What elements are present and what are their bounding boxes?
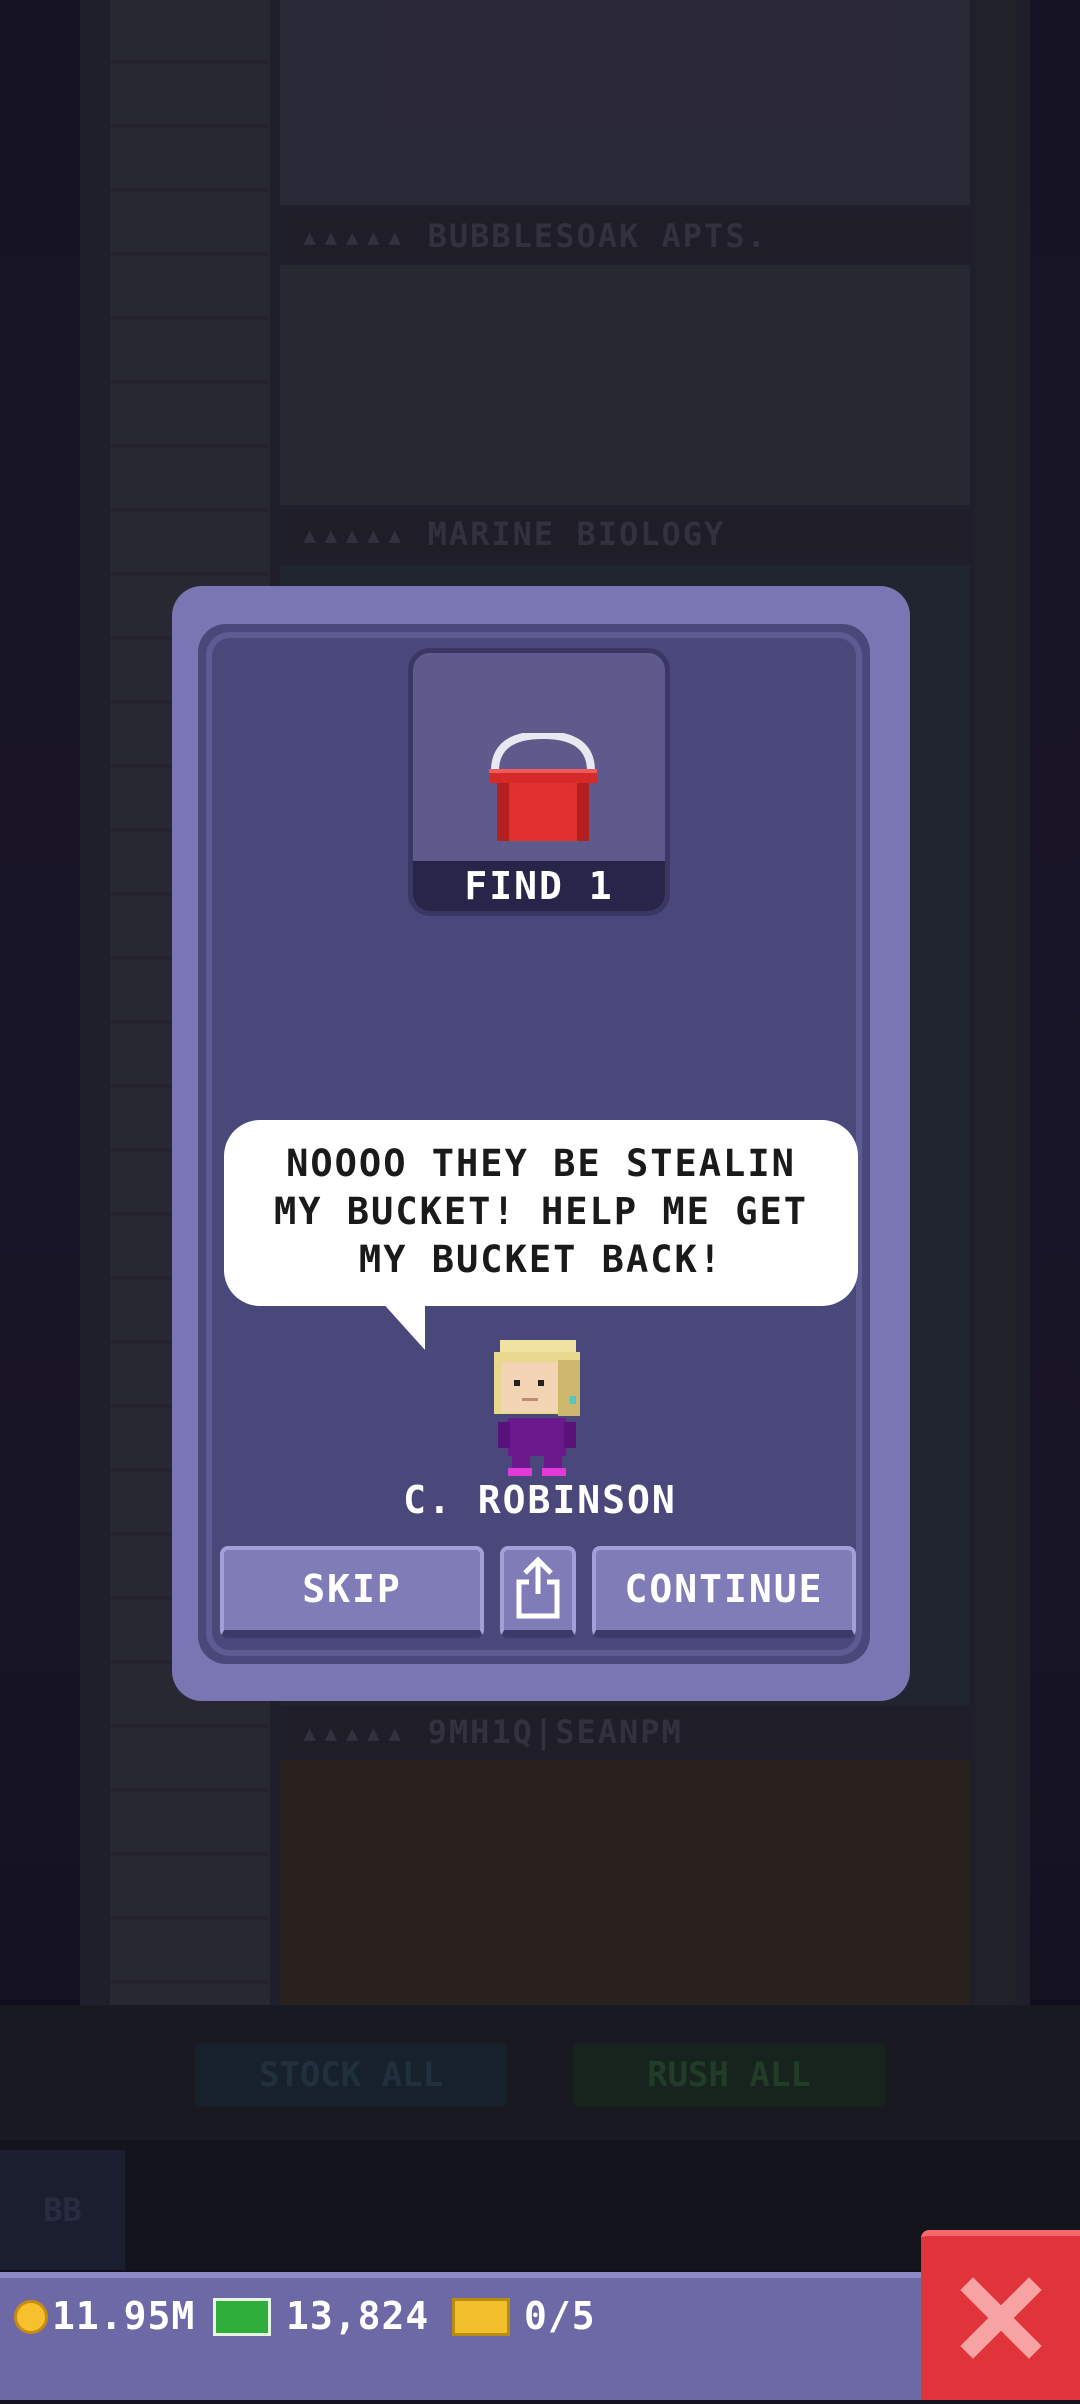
skip-button[interactable]: SKIP	[220, 1546, 484, 1638]
npc-name: C. ROBINSON	[403, 1478, 677, 1522]
close-button[interactable]	[921, 2230, 1080, 2400]
speech-line: MY BUCKET! HELP ME GET	[273, 1190, 809, 1233]
red-bucket-icon	[489, 733, 597, 841]
continue-button[interactable]: CONTINUE	[592, 1546, 856, 1638]
speech-line: NOOOO THEY BE STEALIN	[286, 1142, 796, 1185]
bux-value: 13,824	[286, 2294, 430, 2338]
bux-icon	[213, 2298, 271, 2336]
find-count-label: FIND 1	[413, 861, 665, 911]
coin-icon	[14, 2300, 48, 2334]
close-icon	[960, 2277, 1042, 2359]
quest-item-card: FIND 1	[408, 648, 670, 916]
share-icon	[516, 1556, 560, 1619]
speech-bubble: NOOOO THEY BE STEALIN MY BUCKET! HELP ME…	[224, 1120, 858, 1306]
speech-bubble-tail	[380, 1300, 425, 1350]
speech-line: MY BUCKET BACK!	[358, 1238, 724, 1281]
share-button[interactable]	[500, 1546, 576, 1638]
coins-value: 11.95M	[52, 2294, 196, 2338]
tickets-value: 0/5	[524, 2294, 596, 2338]
speech-text: NOOOO THEY BE STEALIN MY BUCKET! HELP ME…	[224, 1140, 858, 1284]
npc-avatar	[494, 1340, 580, 1476]
ticket-icon	[452, 2298, 510, 2336]
